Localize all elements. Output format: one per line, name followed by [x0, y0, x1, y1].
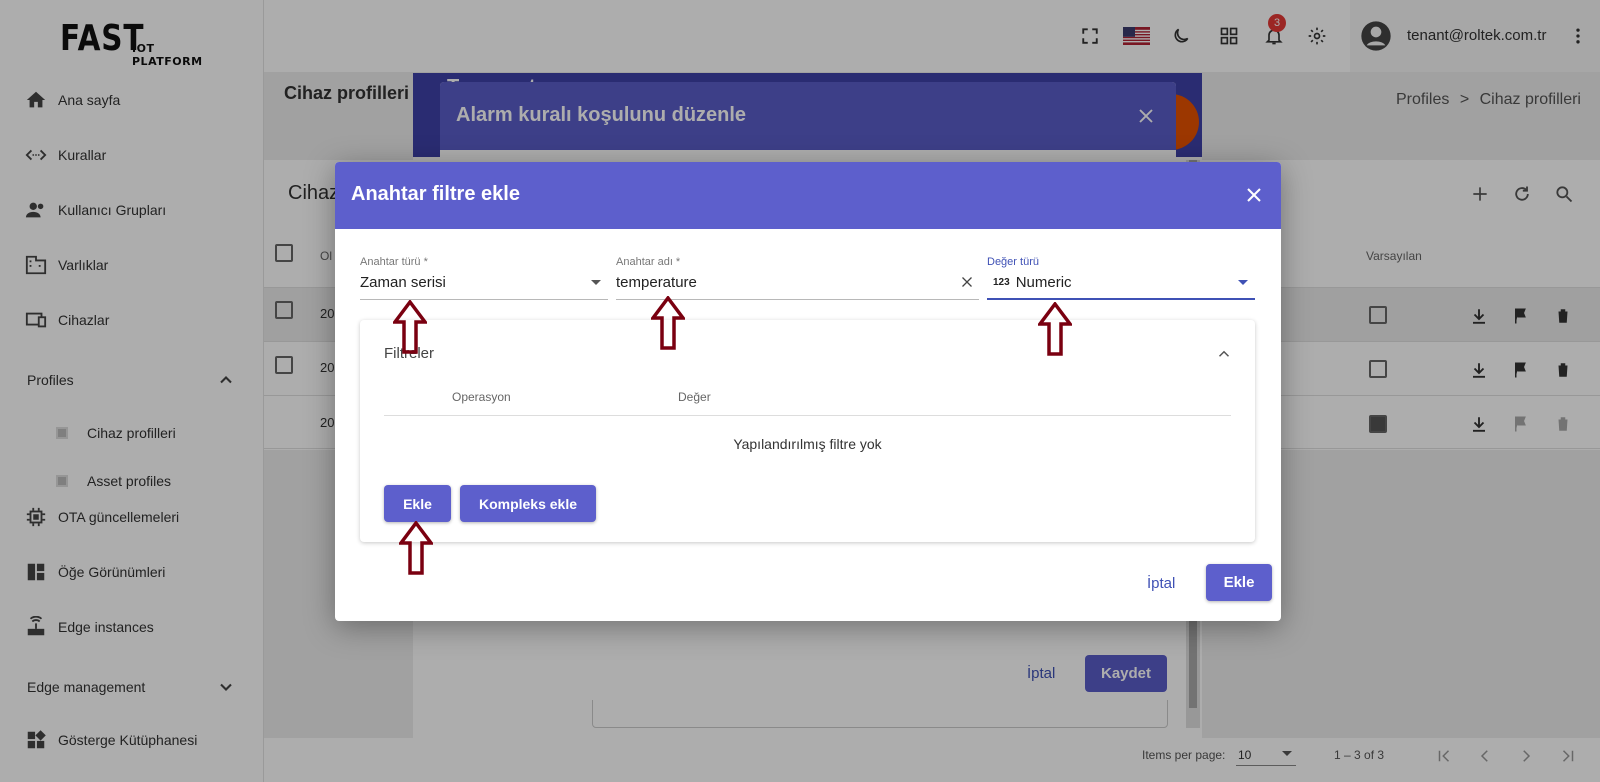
column-header-value: Değer: [678, 390, 711, 404]
key-name-input[interactable]: Anahtar adı * temperature: [616, 256, 979, 300]
annotation-arrow-icon: [393, 300, 427, 354]
dropdown-arrow-icon: [588, 274, 604, 290]
numeric-123-icon: 123: [993, 277, 1010, 288]
filters-panel: Filtreler Operasyon Değer Yapılandırılmı…: [360, 320, 1255, 542]
key-name-label: Anahtar adı *: [616, 256, 681, 268]
filters-table-header: Operasyon Değer: [384, 380, 1231, 416]
key-type-value: Zaman serisi: [360, 274, 446, 291]
value-type-label: Değer türü: [987, 256, 1039, 268]
column-header-operation: Operasyon: [452, 390, 511, 404]
chevron-up-icon[interactable]: [1212, 342, 1236, 366]
key-filter-dialog: Anahtar filtre ekle Anahtar türü * Zaman…: [335, 162, 1281, 621]
key-type-select[interactable]: Anahtar türü * Zaman serisi: [360, 256, 608, 300]
annotation-arrow-icon: [651, 296, 685, 350]
value-type-display: 123 Numeric: [987, 274, 1072, 291]
dropdown-arrow-icon: [1235, 274, 1251, 290]
key-name-value: temperature: [616, 274, 697, 291]
value-type-value: Numeric: [1015, 274, 1072, 291]
add-complex-filter-button[interactable]: Kompleks ekle: [460, 485, 596, 522]
submit-add-button[interactable]: Ekle: [1206, 564, 1272, 601]
add-filter-button[interactable]: Ekle: [384, 485, 451, 522]
annotation-arrow-icon: [1038, 302, 1072, 356]
annotation-arrow-icon: [399, 521, 433, 575]
clear-icon[interactable]: [959, 274, 975, 290]
key-type-label: Anahtar türü *: [360, 256, 428, 268]
key-filter-dialog-header: Anahtar filtre ekle: [335, 162, 1281, 229]
value-type-select[interactable]: Değer türü 123 Numeric: [987, 256, 1255, 300]
key-filter-dialog-title: Anahtar filtre ekle: [351, 183, 520, 205]
cancel-button[interactable]: İptal: [1147, 575, 1175, 592]
close-icon[interactable]: [1242, 183, 1266, 207]
empty-filters-message: Yapılandırılmış filtre yok: [733, 436, 882, 452]
